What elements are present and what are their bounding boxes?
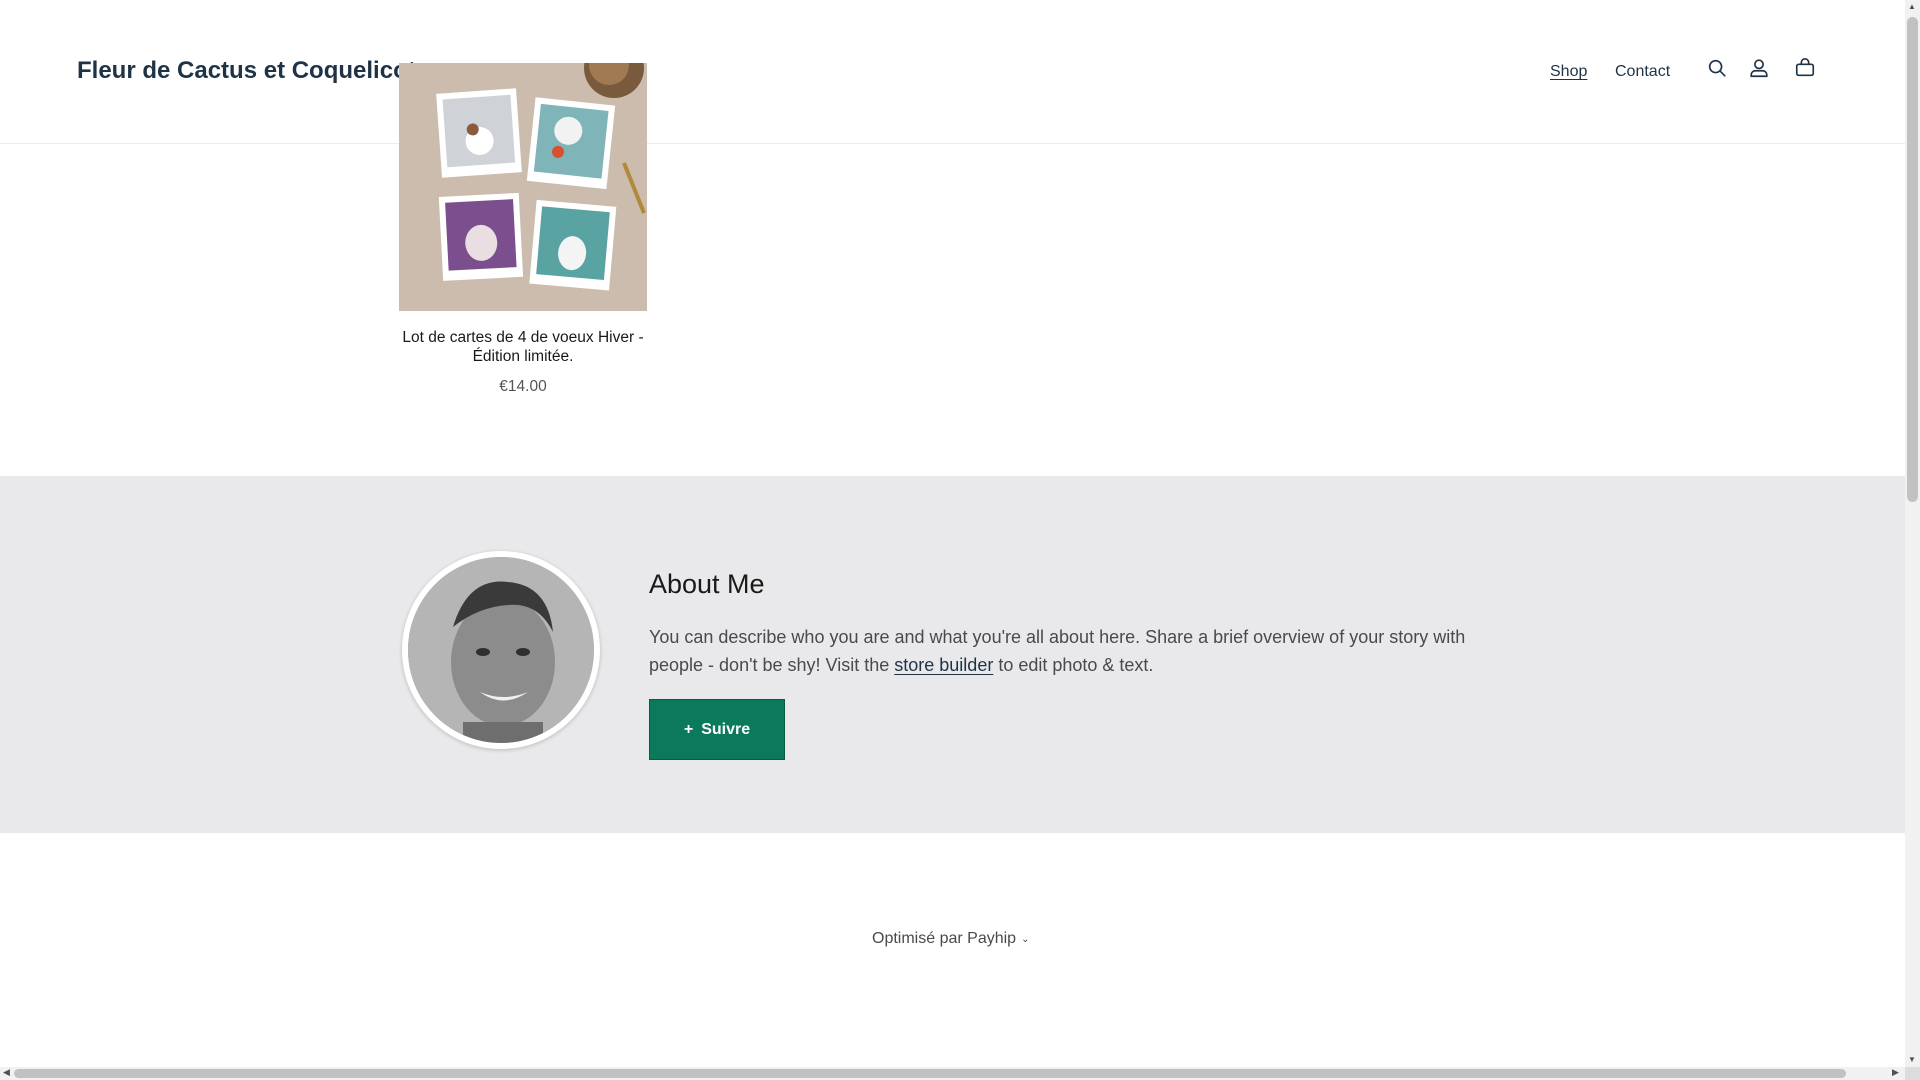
powered-by-label: Optimisé par Payhip — [872, 930, 1017, 947]
cart-icon[interactable] — [1792, 55, 1818, 81]
about-text-after: to edit photo & text. — [993, 655, 1154, 675]
store-builder-link[interactable]: store builder — [894, 655, 993, 675]
product-card[interactable]: Lot de cartes de 4 de voeux Hiver - Édit… — [399, 63, 647, 395]
chevron-down-icon: ⌄ — [1021, 933, 1030, 945]
follow-button[interactable]: + Suivre — [649, 699, 785, 760]
nav-contact-link[interactable]: Contact — [1615, 63, 1670, 81]
follow-label: Suivre — [701, 720, 751, 738]
product-title[interactable]: Lot de cartes de 4 de voeux Hiver - Édit… — [389, 328, 657, 366]
vertical-scrollbar[interactable]: ▲ ▼ — [1905, 0, 1920, 1067]
scroll-up-arrow-icon[interactable]: ▲ — [1908, 2, 1916, 11]
horizontal-scrollbar[interactable]: ◀ ▶ — [0, 1067, 1905, 1080]
search-icon[interactable] — [1704, 55, 1730, 81]
scrollbar-corner — [1905, 1067, 1920, 1080]
nav-shop-link[interactable]: Shop — [1550, 63, 1587, 81]
site-header: Fleur de Cactus et Coquelicots Shop Cont… — [0, 0, 1905, 144]
plus-icon: + — [683, 720, 694, 738]
account-icon[interactable] — [1746, 55, 1772, 81]
vertical-scroll-thumb[interactable] — [1907, 17, 1918, 502]
scroll-down-arrow-icon[interactable]: ▼ — [1908, 1055, 1916, 1064]
product-price: €14.00 — [499, 378, 547, 395]
scroll-right-arrow-icon[interactable]: ▶ — [1892, 1067, 1899, 1078]
store-logo[interactable]: Fleur de Cactus et Coquelicots — [77, 57, 429, 85]
scroll-left-arrow-icon[interactable]: ◀ — [3, 1067, 10, 1078]
about-description: You can describe who you are and what yo… — [649, 623, 1519, 679]
product-image[interactable] — [399, 63, 647, 311]
avatar — [402, 551, 600, 749]
powered-by-payhip[interactable]: Optimisé par Payhip ⌄ — [872, 930, 1029, 948]
about-title: About Me — [649, 569, 765, 599]
horizontal-scroll-thumb[interactable] — [14, 1069, 1846, 1078]
